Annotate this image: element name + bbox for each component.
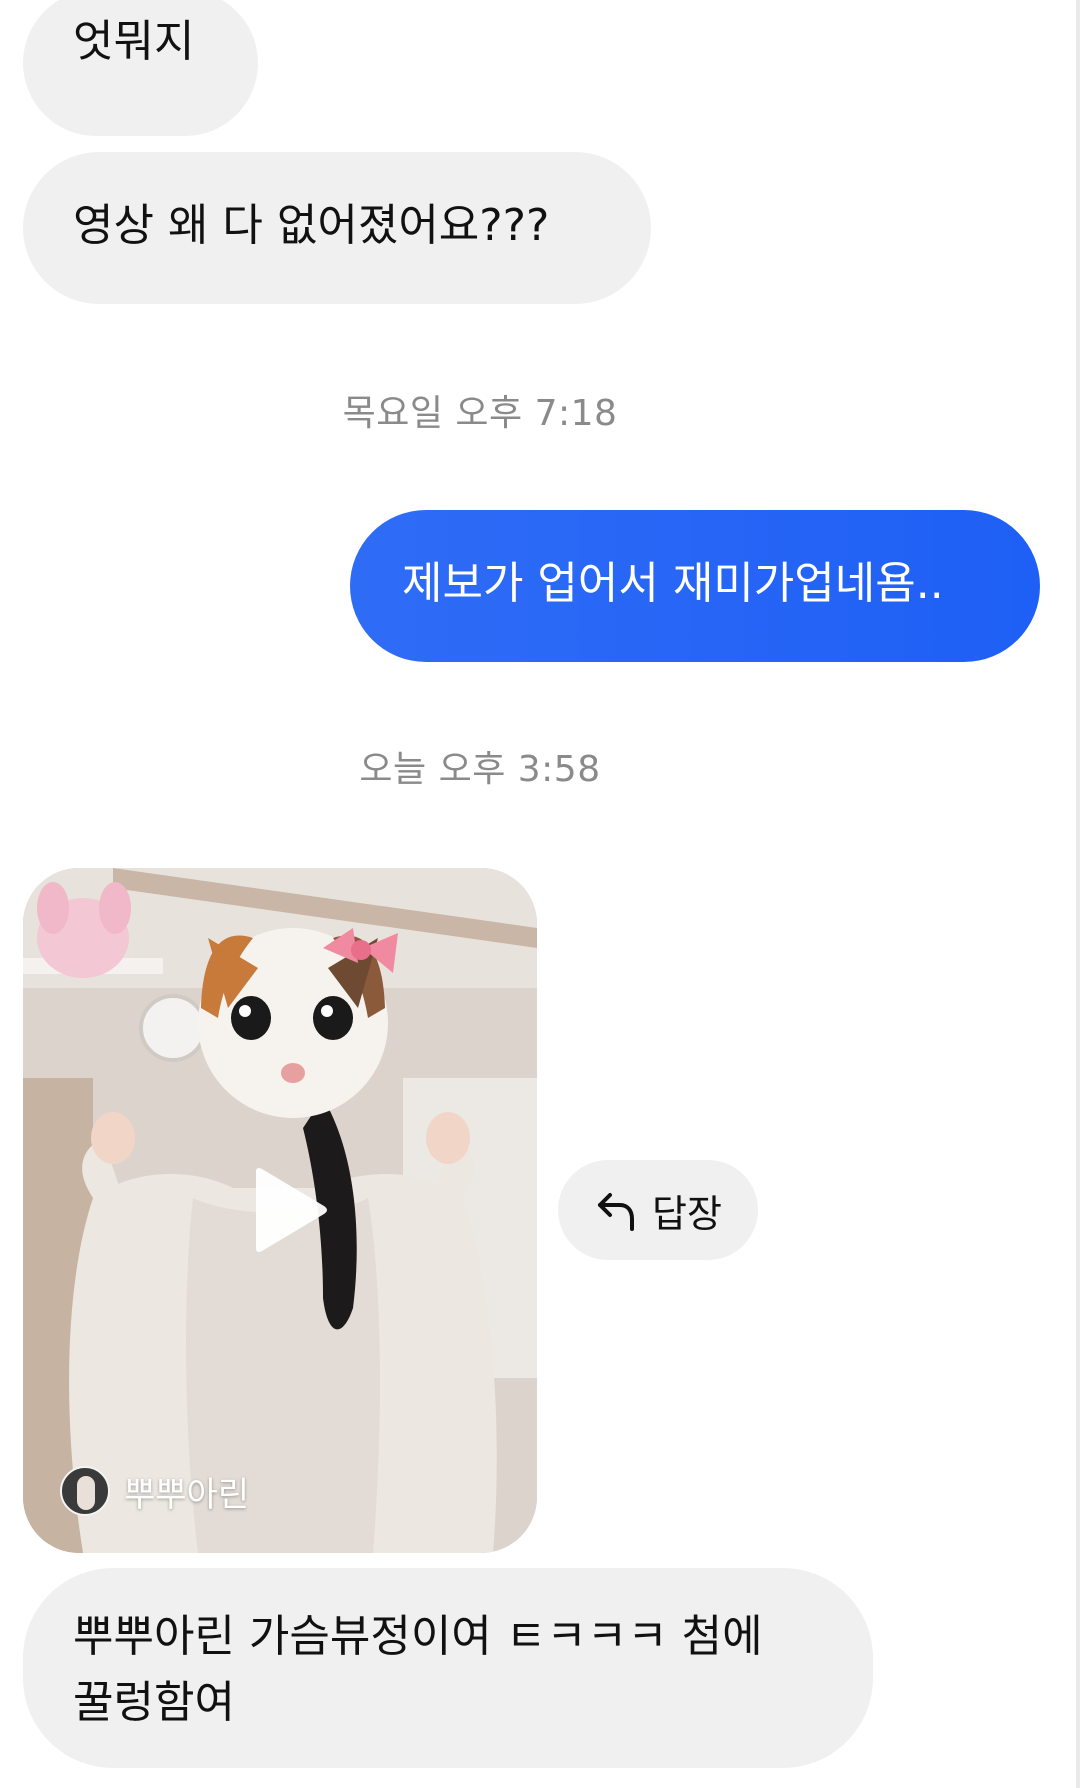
- reply-button[interactable]: 답장: [558, 1160, 758, 1260]
- incoming-message-bubble[interactable]: 뿌뿌아린 가슴뷰정이여 ㅌㅋㅋㅋ 첨에 꿀렁함여: [23, 1568, 873, 1768]
- scroll-edge: [1076, 0, 1080, 1788]
- timestamp: 오늘 오후 3:58: [359, 749, 601, 790]
- message-text: 제보가 업어서 재미가업네욤..: [402, 558, 944, 609]
- message-text-line: 꿀렁함여: [73, 1677, 235, 1728]
- outgoing-message-bubble[interactable]: 제보가 업어서 재미가업네욤..: [350, 510, 1040, 662]
- timestamp: 목요일 오후 7:18: [342, 393, 618, 434]
- message-text-line: 뿌뿌아린 가슴뷰정이여 ㅌㅋㅋㅋ 첨에: [73, 1611, 763, 1662]
- message-text: 영상 왜 다 없어졌어요???: [73, 200, 550, 251]
- reply-label: 답장: [652, 1191, 722, 1236]
- author-name: 뿌뿌아린: [124, 1474, 250, 1515]
- video-author[interactable]: 뿌뿌아린: [60, 1466, 249, 1516]
- message-text: 엇뭐지: [73, 16, 195, 67]
- incoming-message-bubble[interactable]: 엇뭐지: [23, 0, 258, 136]
- chat-thread: 엇뭐지 영상 왜 다 없어졌어요??? 목요일 오후 7:18 제보가 업어서 …: [0, 0, 1080, 1788]
- incoming-message-bubble[interactable]: 영상 왜 다 없어졌어요???: [23, 152, 651, 304]
- reply-arrow-icon: [594, 1187, 640, 1233]
- avatar: [60, 1466, 110, 1516]
- play-icon[interactable]: [248, 1166, 328, 1254]
